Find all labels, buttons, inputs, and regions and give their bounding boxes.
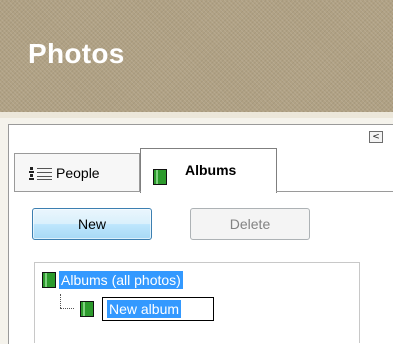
header-divider <box>0 112 393 118</box>
rename-album-value: New album <box>107 300 182 318</box>
tree-connector <box>60 294 61 308</box>
tab-people-label: People <box>56 165 100 181</box>
tree-item-all-photos-label: Albums (all photos) <box>59 271 183 289</box>
album-book-icon <box>42 272 56 288</box>
collapse-panel-button[interactable]: < <box>369 131 383 143</box>
tab-people[interactable]: People <box>14 153 140 191</box>
album-book-icon <box>153 169 167 185</box>
page-title: Photos <box>28 38 125 69</box>
new-album-button[interactable]: New <box>32 208 152 240</box>
tree-item-all-photos[interactable]: Albums (all photos) <box>59 271 183 289</box>
album-book-icon <box>80 301 94 317</box>
delete-album-button[interactable]: Delete <box>190 208 310 240</box>
people-list-icon <box>29 167 52 180</box>
rename-album-field[interactable]: New album <box>102 297 214 321</box>
selected-tab-gap <box>141 191 276 193</box>
tab-albums[interactable]: Albums <box>140 148 277 193</box>
tab-albums-label: Albums <box>185 162 237 178</box>
tree-connector <box>60 308 74 309</box>
